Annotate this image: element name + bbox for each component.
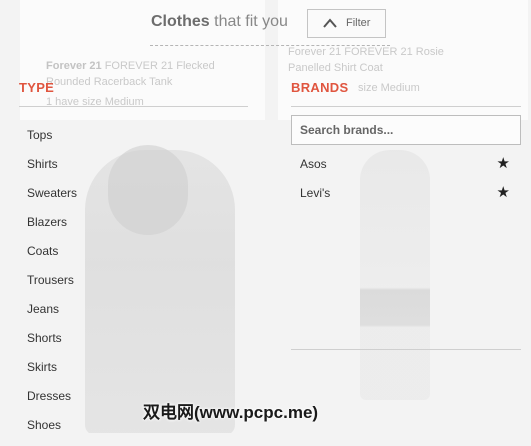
brands-bottom-divider (291, 349, 521, 350)
model-photo-left-head (108, 145, 188, 235)
product-card-left-line2: Rounded Racerback Tank (46, 76, 173, 88)
brands-divider (291, 106, 521, 107)
brand-item-label: Asos (300, 157, 327, 171)
type-item-shirts[interactable]: Shirts (27, 156, 77, 185)
type-item-trousers[interactable]: Trousers (27, 272, 77, 301)
product-card-right-line3: size Medium (358, 82, 420, 94)
brands-section-title: BRANDS (291, 80, 349, 95)
product-card-right-line2: Panelled Shirt Coat (288, 62, 383, 74)
star-icon[interactable]: ★ (497, 154, 510, 172)
brand-search-input[interactable] (291, 115, 521, 145)
title-underline (150, 45, 390, 46)
type-item-blazers[interactable]: Blazers (27, 214, 77, 243)
brand-item-asos[interactable]: Asos ★ (300, 154, 510, 174)
type-list: Tops Shirts Sweaters Blazers Coats Trous… (27, 127, 77, 446)
type-item-skirts[interactable]: Skirts (27, 359, 77, 388)
header-bar: Clothes that fit you Filter (0, 0, 531, 48)
type-item-sweaters[interactable]: Sweaters (27, 185, 77, 214)
filter-button-label: Filter (346, 17, 371, 29)
type-item-dresses[interactable]: Dresses (27, 388, 77, 417)
type-item-shoes[interactable]: Shoes (27, 417, 77, 446)
type-item-jeans[interactable]: Jeans (27, 301, 77, 330)
type-item-tops[interactable]: Tops (27, 127, 77, 156)
chevron-up-icon (323, 18, 337, 28)
type-item-shorts[interactable]: Shorts (27, 330, 77, 359)
brand-item-label: Levi's (300, 186, 331, 200)
brand-item-levis[interactable]: Levi's ★ (300, 183, 510, 203)
page-title-strong: Clothes (151, 13, 210, 30)
background-feed: Forever 21 FOREVER 21 Flecked Rounded Ra… (0, 0, 531, 433)
type-section-title: TYPE (19, 80, 55, 95)
page-title-rest: that fit you (209, 13, 288, 30)
filter-button[interactable]: Filter (307, 9, 386, 38)
type-divider (19, 106, 248, 107)
type-item-coats[interactable]: Coats (27, 243, 77, 272)
page-title: Clothes that fit you (151, 13, 288, 31)
watermark-text: 双电网(www.pcpc.me) (143, 403, 319, 422)
product-card-left-line1: Forever 21 FOREVER 21 Flecked (46, 60, 215, 72)
star-icon[interactable]: ★ (497, 183, 510, 201)
